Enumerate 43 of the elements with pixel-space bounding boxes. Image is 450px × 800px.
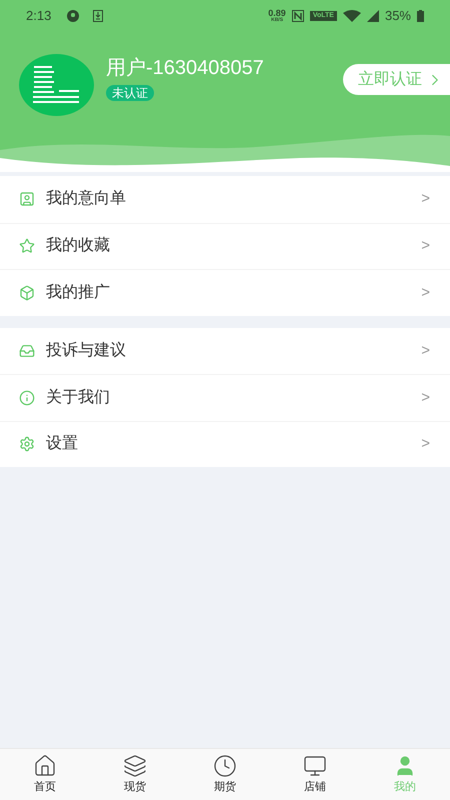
menu-label: 设置 [46, 434, 78, 454]
chevron-icon: > [421, 386, 430, 409]
clock-icon [213, 754, 237, 778]
chevron-icon: > [421, 282, 430, 304]
monitor-icon [303, 754, 327, 778]
nav-tab[interactable]: 首页 [0, 749, 90, 800]
chevron-icon: > [421, 340, 430, 362]
layers-icon [123, 754, 147, 778]
menu-label: 投诉与建议 [46, 340, 126, 361]
menu-item[interactable]: 投诉与建议 > [0, 328, 450, 374]
menu-label: 关于我们 [46, 388, 110, 408]
box-icon [19, 284, 35, 301]
star-icon [19, 238, 35, 254]
menu-item[interactable]: 我的意向单 > [0, 176, 450, 222]
menu-item[interactable]: 设置 > [0, 420, 450, 467]
home-icon [33, 754, 57, 778]
nav-tab[interactable]: 期货 [180, 749, 270, 800]
signal-icon [366, 10, 379, 22]
chevron-icon: > [421, 235, 430, 258]
chevron-icon: > [421, 433, 430, 456]
inbox-icon [19, 342, 35, 359]
menu-item[interactable]: 我的收藏 > [0, 222, 450, 269]
menu-item[interactable]: 关于我们 > [0, 374, 450, 420]
chevron-icon: > [421, 188, 430, 210]
nfc-icon [292, 10, 304, 22]
nav-tab[interactable]: 现货 [90, 749, 180, 800]
building-logo-icon [19, 54, 94, 116]
network-speed: 0.89 [268, 9, 286, 18]
menu-label: 我的推广 [46, 282, 110, 303]
battery-percent: 35% [384, 7, 411, 26]
status-time: 2:13 [26, 7, 52, 26]
download-icon [93, 10, 104, 22]
menu-label: 我的收藏 [46, 236, 110, 256]
wifi-icon [342, 10, 361, 22]
battery-icon [417, 10, 424, 22]
id-card-icon [19, 191, 35, 208]
info-icon [19, 390, 35, 406]
nav-tab[interactable]: 店铺 [270, 749, 360, 800]
status-badge: 未认证 [106, 85, 154, 101]
menu-label: 我的意向单 [46, 188, 126, 210]
settings-icon [19, 436, 35, 452]
menu-item[interactable]: 我的推广 > [0, 269, 450, 316]
user-name: 用户-1630408057 [106, 56, 264, 81]
